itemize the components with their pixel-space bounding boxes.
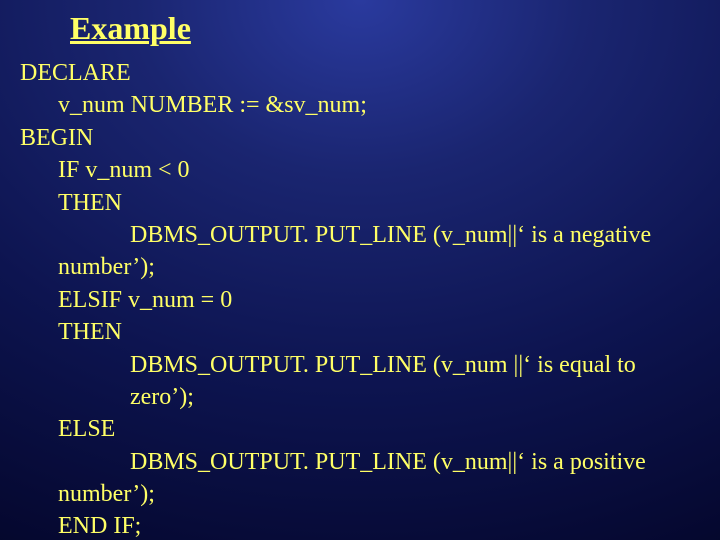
code-line: THEN [20,187,700,219]
slide-title: Example [0,0,720,47]
code-line: DBMS_OUTPUT. PUT_LINE (v_num||‘ is a neg… [20,219,700,251]
code-line: number’); [20,478,700,510]
code-line: number’); [20,251,700,283]
code-line: DECLARE [20,57,700,89]
code-line: v_num NUMBER := &sv_num; [20,89,700,121]
code-line: BEGIN [20,122,700,154]
code-block: DECLARE v_num NUMBER := &sv_num; BEGIN I… [0,57,720,540]
code-line: IF v_num < 0 [20,154,700,186]
code-line: ELSIF v_num = 0 [20,284,700,316]
code-line: THEN [20,316,700,348]
code-line: ELSE [20,413,700,445]
code-line: DBMS_OUTPUT. PUT_LINE (v_num ||‘ is equa… [20,349,700,414]
code-line: END IF; [20,510,700,540]
slide: Example DECLARE v_num NUMBER := &sv_num;… [0,0,720,540]
code-line: DBMS_OUTPUT. PUT_LINE (v_num||‘ is a pos… [20,446,700,478]
